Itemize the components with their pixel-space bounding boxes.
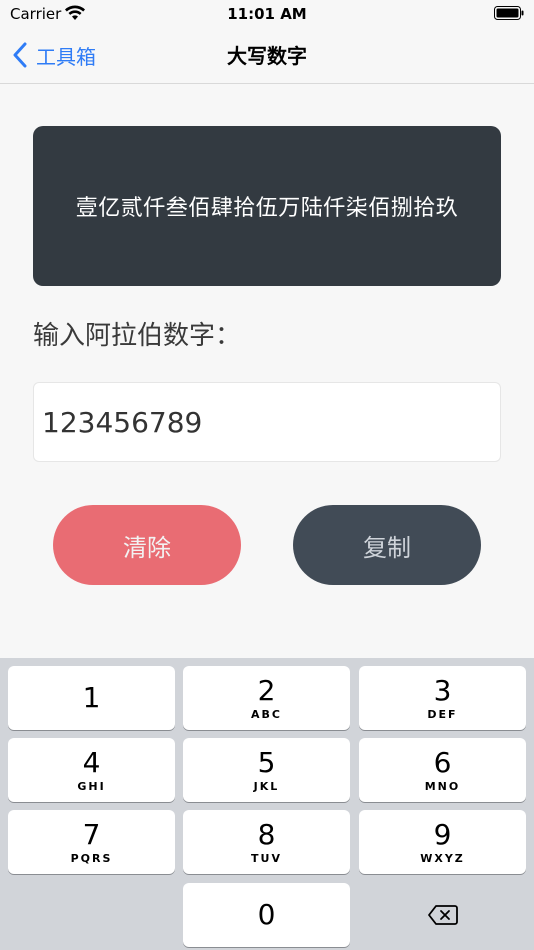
key-digit: 4	[82, 745, 101, 779]
key-4[interactable]: 4 GHI	[8, 738, 175, 802]
page-title: 大写数字	[227, 44, 307, 68]
key-digit: 5	[257, 745, 276, 779]
key-digit: 6	[433, 745, 452, 779]
key-letters: TUV	[251, 851, 282, 865]
key-letters: ABC	[251, 707, 282, 721]
status-bar: Carrier 11:01 AM	[0, 0, 534, 28]
key-letters: GHI	[77, 779, 106, 793]
key-7[interactable]: 7 PQRS	[8, 810, 175, 874]
key-digit: 8	[257, 817, 276, 851]
key-5[interactable]: 5 JKL	[183, 738, 350, 802]
key-0[interactable]: 0	[183, 883, 350, 947]
key-digit: 0	[257, 898, 276, 931]
key-digit: 2	[257, 673, 276, 707]
key-digit: 3	[433, 673, 452, 707]
key-1[interactable]: 1	[8, 666, 175, 730]
key-letters: PQRS	[70, 851, 113, 865]
clear-button[interactable]: 清除	[53, 505, 241, 585]
battery-icon	[494, 6, 524, 20]
key-8[interactable]: 8 TUV	[183, 810, 350, 874]
key-letters: JKL	[253, 779, 280, 793]
key-digit: 1	[82, 681, 101, 714]
key-9[interactable]: 9 WXYZ	[359, 810, 526, 874]
result-text: 壹亿贰仟叁佰肆拾伍万陆仟柒佰捌拾玖	[75, 196, 459, 221]
number-input[interactable]	[33, 382, 501, 462]
key-3[interactable]: 3 DEF	[359, 666, 526, 730]
key-digit: 7	[82, 817, 101, 851]
backspace-icon	[427, 905, 458, 925]
key-2[interactable]: 2 ABC	[183, 666, 350, 730]
key-digit: 9	[433, 817, 452, 851]
key-letters: WXYZ	[420, 851, 465, 865]
copy-button[interactable]: 复制	[293, 505, 481, 585]
key-letters: DEF	[427, 707, 458, 721]
input-prompt-label: 输入阿拉伯数字：	[33, 321, 242, 351]
delete-key[interactable]	[359, 883, 526, 947]
status-time: 11:01 AM	[227, 5, 307, 23]
result-card: 壹亿贰仟叁佰肆拾伍万陆仟柒佰捌拾玖	[33, 126, 501, 286]
key-6[interactable]: 6 MNO	[359, 738, 526, 802]
navigation-bar: 工具箱 大写数字	[0, 28, 534, 84]
key-letters: MNO	[424, 779, 461, 793]
